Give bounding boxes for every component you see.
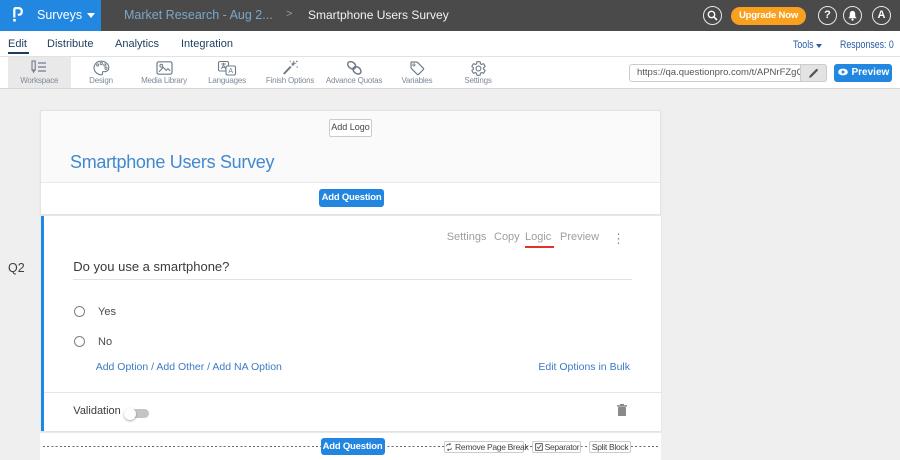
svg-text:A: A — [228, 68, 233, 75]
